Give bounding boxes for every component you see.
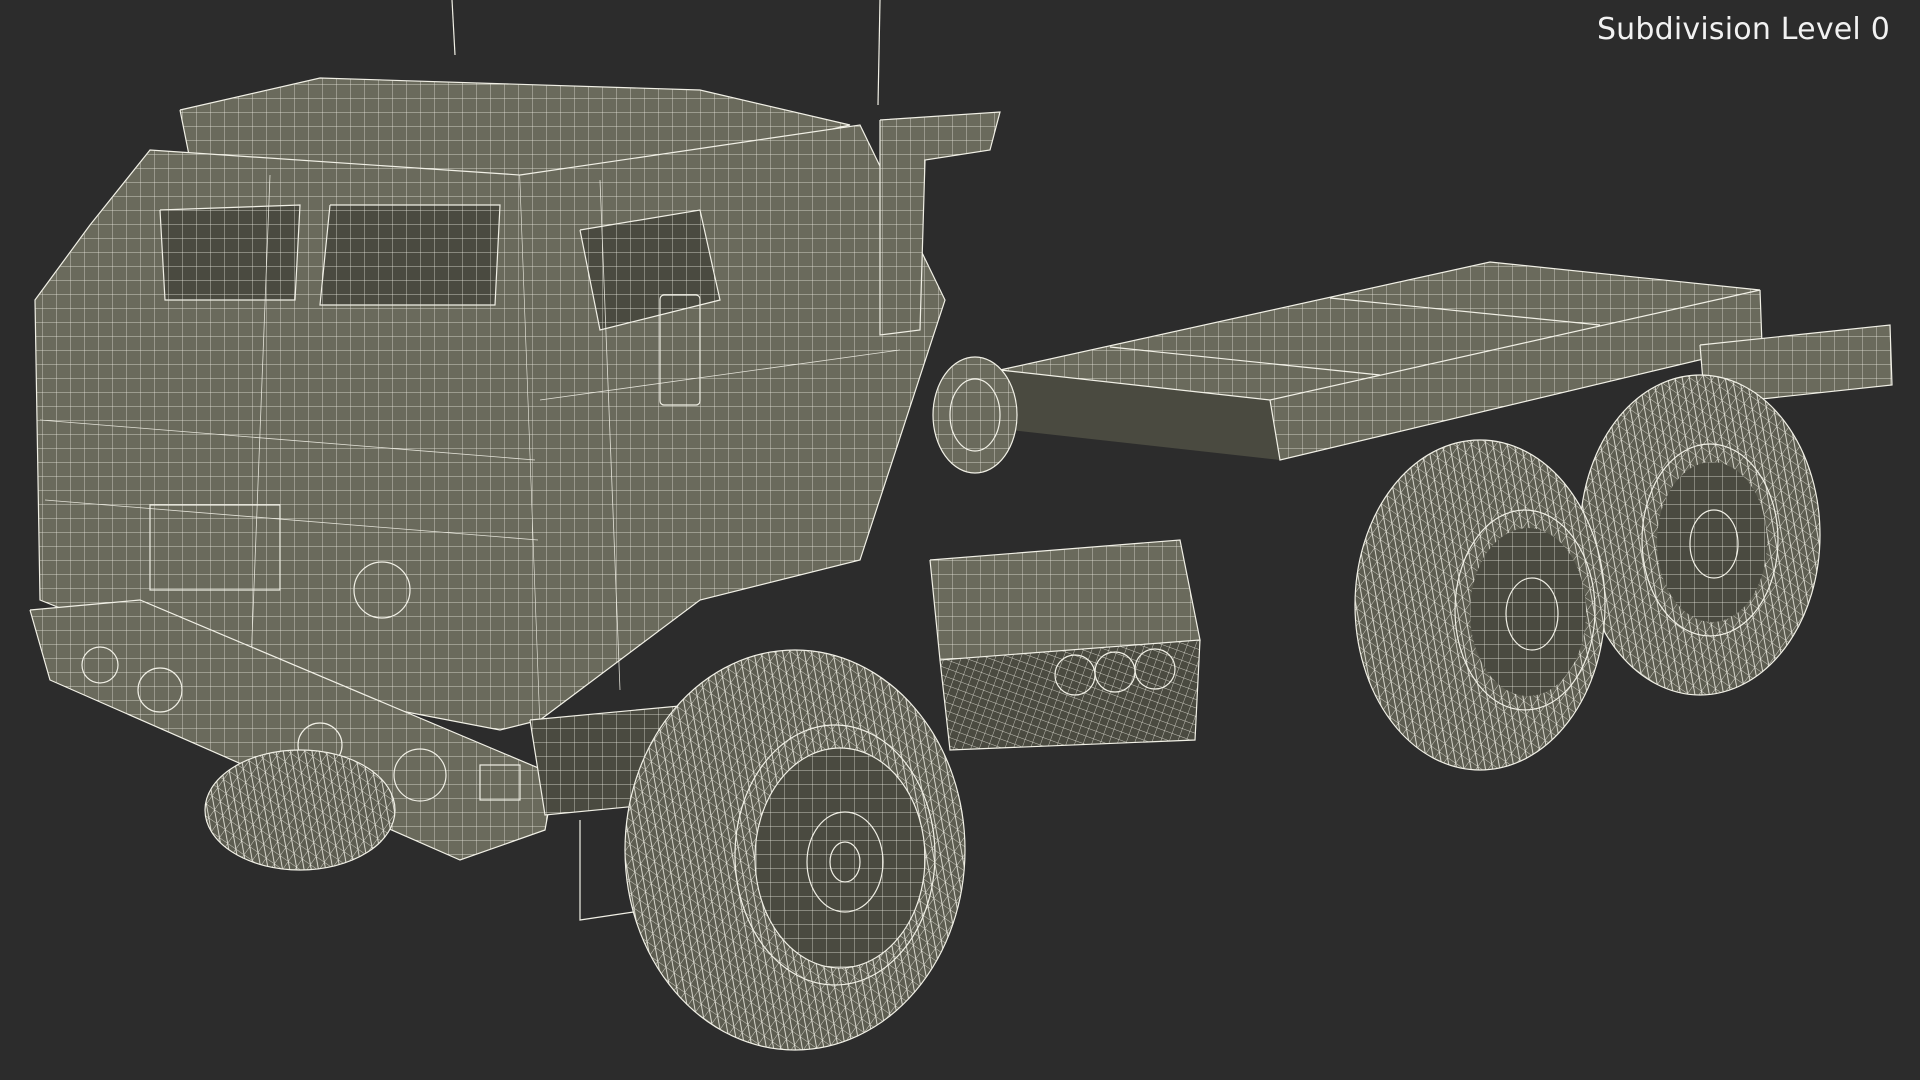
truck-wireframe-render — [29, 0, 1893, 1051]
subdivision-level-label: Subdivision Level 0 — [1596, 12, 1890, 47]
rear-wheel-far — [1579, 374, 1821, 696]
front-wheel — [624, 649, 966, 1051]
side-tank — [929, 539, 1201, 751]
render-viewport: Subdivision Level 0 — [0, 0, 1920, 1080]
front-wheel-far — [204, 749, 396, 871]
air-tank — [932, 356, 1018, 474]
rear-wheel-near — [1354, 439, 1606, 771]
